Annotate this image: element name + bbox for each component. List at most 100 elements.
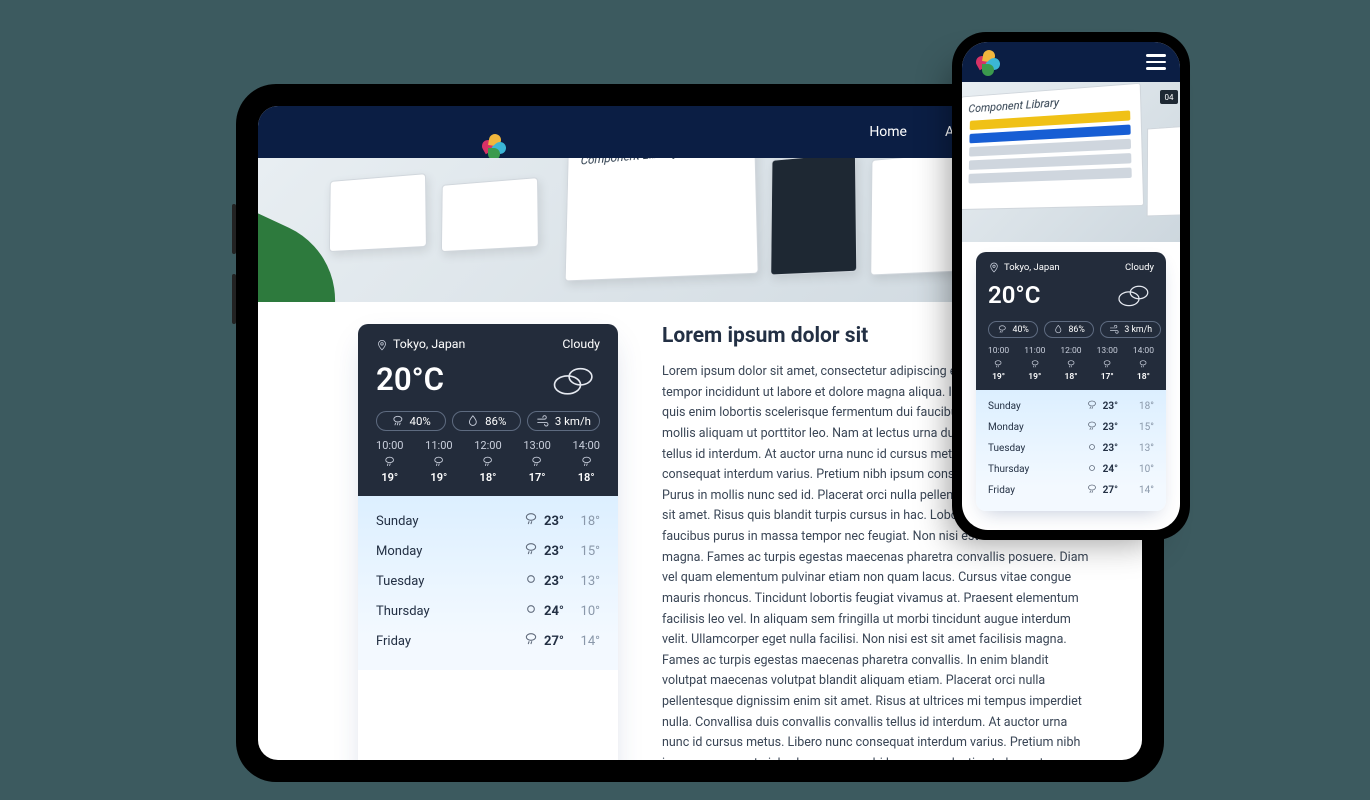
daily-day: Thursday bbox=[376, 604, 516, 619]
phone-hero-banner: 04 Component Library bbox=[962, 82, 1180, 242]
sun-icon bbox=[1085, 462, 1099, 477]
humidity-icon bbox=[1053, 324, 1064, 335]
nav-home[interactable]: Home bbox=[869, 124, 907, 140]
rain-icon bbox=[391, 414, 405, 428]
hour-temp: 18° bbox=[578, 471, 595, 484]
daily-high: 23° bbox=[544, 544, 564, 559]
brand-logo[interactable] bbox=[482, 134, 506, 158]
daily-day: Friday bbox=[376, 634, 516, 649]
weather-location: Tokyo, Japan bbox=[393, 338, 465, 352]
precipitation-pill: 40% bbox=[988, 321, 1038, 338]
daily-row: Friday27°14° bbox=[988, 480, 1154, 501]
hour-slot: 13:0017° bbox=[1097, 346, 1118, 382]
hour-slot: 11:0019° bbox=[1024, 346, 1045, 382]
hour-slot: 14:00 18° bbox=[572, 439, 600, 484]
daily-row: Tuesday 23° 13° bbox=[376, 566, 600, 596]
hour-temp: 19° bbox=[381, 471, 398, 484]
weather-metrics: 40% 86% 3 km/h bbox=[376, 411, 600, 431]
rain-cloud-icon bbox=[481, 455, 494, 468]
rain-cloud-icon bbox=[432, 455, 445, 468]
rain-cloud-icon bbox=[1066, 359, 1076, 369]
rain-cloud-icon bbox=[1085, 420, 1099, 435]
hour-slot: 12:00 18° bbox=[474, 439, 502, 484]
daily-row: Thursday 24° 10° bbox=[376, 596, 600, 626]
phone-screen: 04 Component Library Tokyo, Japan Cloudy bbox=[962, 42, 1180, 530]
daily-high: 24° bbox=[544, 604, 564, 619]
daily-day: Monday bbox=[376, 544, 516, 559]
wind-icon bbox=[536, 414, 550, 428]
weather-current: Tokyo, Japan Cloudy 20°C 40% bbox=[976, 252, 1166, 390]
wind-icon bbox=[1109, 324, 1120, 335]
daily-row: Monday23°15° bbox=[988, 417, 1154, 438]
hour-slot: 10:00 19° bbox=[376, 439, 404, 484]
rain-cloud-icon bbox=[522, 631, 540, 651]
precipitation-pill: 40% bbox=[376, 411, 446, 431]
hour-slot: 14:0018° bbox=[1133, 346, 1154, 382]
rain-cloud-icon bbox=[1030, 359, 1040, 369]
humidity-value: 86% bbox=[485, 414, 506, 428]
precipitation-value: 40% bbox=[410, 414, 431, 428]
daily-low: 13° bbox=[574, 574, 600, 589]
hour-time: 14:00 bbox=[572, 439, 600, 452]
humidity-icon bbox=[466, 414, 480, 428]
wind-pill: 3 km/h bbox=[1100, 321, 1161, 338]
rain-cloud-icon bbox=[1102, 359, 1112, 369]
hero-panel-title: Component Library bbox=[581, 158, 679, 168]
wind-value: 3 km/h bbox=[555, 414, 591, 428]
weather-location: Tokyo, Japan bbox=[1004, 262, 1060, 273]
rain-cloud-icon bbox=[580, 455, 593, 468]
weather-temperature: 20°C bbox=[376, 361, 444, 398]
phone-device-frame: 04 Component Library Tokyo, Japan Cloudy bbox=[952, 32, 1190, 540]
daily-day: Sunday bbox=[376, 514, 516, 529]
daily-row: Friday 27° 14° bbox=[376, 626, 600, 656]
rain-cloud-icon bbox=[383, 455, 396, 468]
daily-low: 15° bbox=[574, 544, 600, 559]
daily-row: Sunday 23° 18° bbox=[376, 506, 600, 536]
weather-widget-mobile: Tokyo, Japan Cloudy 20°C 40% bbox=[976, 252, 1166, 511]
cloudy-icon bbox=[548, 359, 600, 401]
phone-content: Tokyo, Japan Cloudy 20°C 40% bbox=[962, 242, 1180, 525]
wind-value: 3 km/h bbox=[1124, 325, 1152, 335]
hour-time: 12:00 bbox=[474, 439, 502, 452]
hour-slot: 11:00 19° bbox=[425, 439, 453, 484]
hour-slot: 12:0018° bbox=[1060, 346, 1081, 382]
hour-slot: 10:0019° bbox=[988, 346, 1009, 382]
weather-condition: Cloudy bbox=[1125, 262, 1154, 273]
sun-icon bbox=[1085, 441, 1099, 456]
hamburger-menu-icon[interactable] bbox=[1146, 54, 1166, 70]
rain-cloud-icon bbox=[530, 455, 543, 468]
daily-low: 10° bbox=[574, 604, 600, 619]
cloudy-icon bbox=[1114, 279, 1154, 311]
weather-widget: Tokyo, Japan Cloudy 20°C bbox=[358, 324, 618, 760]
sun-icon bbox=[522, 571, 540, 591]
map-pin-icon bbox=[376, 338, 388, 353]
daily-forecast: Sunday23°18° Monday23°15° Tuesday23°13° … bbox=[976, 390, 1166, 511]
daily-low: 14° bbox=[574, 634, 600, 649]
map-pin-icon bbox=[988, 262, 1000, 273]
daily-row: Sunday23°18° bbox=[988, 396, 1154, 417]
brand-logo[interactable] bbox=[976, 50, 1000, 74]
hour-temp: 17° bbox=[529, 471, 546, 484]
hour-temp: 19° bbox=[430, 471, 447, 484]
weather-current: Tokyo, Japan Cloudy 20°C bbox=[358, 324, 618, 496]
humidity-pill: 86% bbox=[452, 411, 522, 431]
daily-forecast: Sunday 23° 18° Monday 23° 15° Tuesday bbox=[358, 496, 618, 670]
wind-pill: 3 km/h bbox=[527, 411, 600, 431]
hour-time: 10:00 bbox=[376, 439, 404, 452]
hour-slot: 13:00 17° bbox=[523, 439, 551, 484]
daily-row: Tuesday23°13° bbox=[988, 438, 1154, 459]
humidity-value: 86% bbox=[1068, 325, 1084, 335]
hour-time: 13:00 bbox=[523, 439, 551, 452]
daily-high: 23° bbox=[544, 514, 564, 529]
tablet-side-buttons bbox=[232, 204, 236, 254]
rain-cloud-icon bbox=[1085, 483, 1099, 498]
precipitation-value: 40% bbox=[1013, 325, 1029, 335]
hour-time: 11:00 bbox=[425, 439, 453, 452]
weather-temperature: 20°C bbox=[988, 281, 1040, 309]
rain-cloud-icon bbox=[522, 511, 540, 531]
rain-cloud-icon bbox=[1085, 399, 1099, 414]
rain-icon bbox=[997, 324, 1008, 335]
hero-badge: 04 bbox=[1160, 90, 1178, 104]
daily-high: 27° bbox=[544, 634, 564, 649]
rain-cloud-icon bbox=[1138, 359, 1148, 369]
